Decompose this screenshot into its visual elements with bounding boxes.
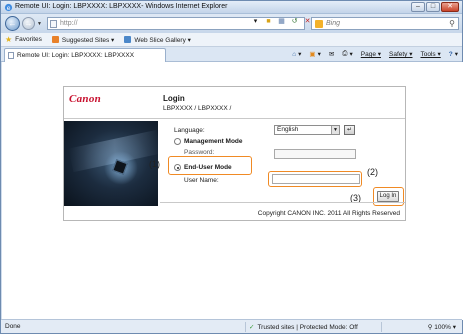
chevron-down-icon: ▼	[331, 126, 339, 134]
security-zone-label: Trusted sites | Protected Mode: Off	[257, 324, 358, 331]
favorites-button[interactable]: ★ Favorites	[5, 35, 42, 44]
magnifier-icon: ⚲	[427, 324, 433, 331]
page-content: Canon Login LBPXXXX / LBPXXXX / Language…	[2, 62, 463, 320]
status-bar: Done ✓ Trusted sites | Protected Mode: Of…	[1, 319, 462, 333]
close-button[interactable]: ✕	[441, 2, 459, 12]
web-slice-icon	[124, 36, 132, 43]
tab-remote-ui-login[interactable]: Remote UI: Login: LBPXXXX: LBPXXXX	[4, 48, 166, 62]
print-button[interactable]: ⎙ ▾	[342, 50, 352, 58]
forward-button[interactable]: →	[22, 17, 35, 30]
print-icon: ⎙	[342, 50, 348, 57]
tab-bar: Remote UI: Login: LBPXXXX: LBPXXXX ⌂ ▾ ▣ ▾…	[1, 47, 462, 62]
web-slice-gallery-label: Web Slice Gallery ▾	[134, 36, 191, 44]
password-field[interactable]	[274, 149, 356, 159]
maximize-button[interactable]: □	[426, 2, 440, 12]
language-value: English	[277, 126, 299, 133]
page-icon	[8, 52, 14, 59]
page-icon	[50, 20, 57, 28]
hero-image	[64, 121, 158, 206]
feeds-button[interactable]: ▣ ▾	[309, 50, 320, 58]
tools-menu[interactable]: Tools ▾	[421, 50, 441, 58]
copyright-text: Copyright CANON INC. 2011 All Rights Res…	[257, 210, 400, 217]
compatibility-view-icon[interactable]: ▦	[277, 17, 286, 26]
help-button[interactable]: ? ▾	[448, 50, 458, 59]
zoom-control[interactable]: ⚲ 100% ▾	[428, 323, 456, 331]
mail-icon: ✉	[328, 51, 335, 58]
mail-button[interactable]: ✉	[329, 50, 334, 58]
tab-label: Remote UI: Login: LBPXXXX: LBPXXXX	[17, 52, 135, 59]
page-title: Login	[163, 94, 185, 103]
browser-window: e Remote UI: Login: LBPXXXX: LBPXXXX- Wi…	[0, 0, 463, 334]
highlight-user-name	[268, 171, 362, 187]
title-bar: e Remote UI: Login: LBPXXXX: LBPXXXX- Wi…	[1, 1, 462, 14]
highlight-end-user-mode	[168, 156, 252, 175]
history-dropdown-icon[interactable]: ▼	[37, 21, 42, 27]
status-divider	[245, 322, 246, 332]
window-controls: – □ ✕	[411, 2, 459, 12]
web-slice-gallery-link[interactable]: Web Slice Gallery ▾	[124, 36, 191, 44]
internet-explorer-icon: e	[4, 3, 13, 12]
zoom-level: 100%	[434, 324, 451, 331]
search-input[interactable]: Bing ⚲	[311, 17, 459, 30]
highlight-login-button	[373, 187, 404, 206]
favorites-label: Favorites	[15, 36, 42, 43]
window-title: Remote UI: Login: LBPXXXX: LBPXXXX- Wind…	[15, 3, 228, 10]
refresh-icon[interactable]: ↺	[290, 17, 299, 26]
status-text: Done	[5, 323, 21, 330]
callout-1: (1)	[149, 159, 160, 169]
security-zone[interactable]: ✓ Trusted sites | Protected Mode: Off	[249, 323, 358, 331]
home-button[interactable]: ⌂ ▾	[292, 50, 301, 59]
login-panel: Canon Login LBPXXXX / LBPXXXX / Language…	[63, 86, 406, 221]
management-mode-radio[interactable]	[174, 138, 181, 145]
language-label: Language:	[174, 127, 205, 134]
trusted-check-icon: ✓	[249, 324, 255, 331]
favorites-bar: ★ Favorites Suggested Sites ▾ Web Slice …	[1, 33, 462, 47]
command-bar: ⌂ ▾ ▣ ▾ ✉ ⎙ ▾ Page ▾ Safety ▾ Tools ▾ ? ▾	[292, 50, 458, 58]
footer-divider	[160, 202, 405, 203]
home-icon: ⌂	[292, 50, 297, 58]
lock-icon[interactable]: ■	[264, 17, 273, 26]
device-name: LBPXXXX / LBPXXXX /	[163, 105, 232, 112]
safety-menu[interactable]: Safety ▾	[389, 50, 413, 58]
apply-language-button[interactable]: ↵	[344, 125, 355, 135]
status-divider	[381, 322, 382, 332]
rss-icon: ▣	[309, 51, 316, 58]
canon-logo: Canon	[69, 93, 102, 105]
minimize-button[interactable]: –	[411, 2, 425, 12]
address-bar-icons: ▾ ■ ▦ ↺ ✕	[251, 17, 312, 26]
suggested-sites-link[interactable]: Suggested Sites ▾	[51, 36, 115, 44]
search-placeholder: Bing	[326, 20, 341, 27]
search-icon[interactable]: ⚲	[449, 19, 455, 28]
page-menu[interactable]: Page ▾	[361, 50, 381, 58]
suggested-sites-label: Suggested Sites ▾	[61, 36, 115, 44]
suggested-sites-icon	[51, 36, 59, 43]
callout-2: (2)	[367, 167, 378, 177]
language-select[interactable]: English ▼	[274, 125, 340, 135]
user-name-label: User Name:	[184, 177, 219, 184]
bing-icon	[315, 20, 323, 28]
back-button[interactable]: ←	[5, 16, 20, 31]
url-text: http://	[60, 20, 78, 27]
address-dropdown-icon[interactable]: ▾	[251, 17, 260, 26]
help-icon: ?	[448, 50, 453, 58]
svg-text:e: e	[7, 5, 11, 12]
star-icon: ★	[5, 35, 13, 44]
password-label: Password:	[184, 149, 215, 156]
management-mode-label: Management Mode	[184, 138, 243, 145]
header-divider	[64, 118, 405, 119]
